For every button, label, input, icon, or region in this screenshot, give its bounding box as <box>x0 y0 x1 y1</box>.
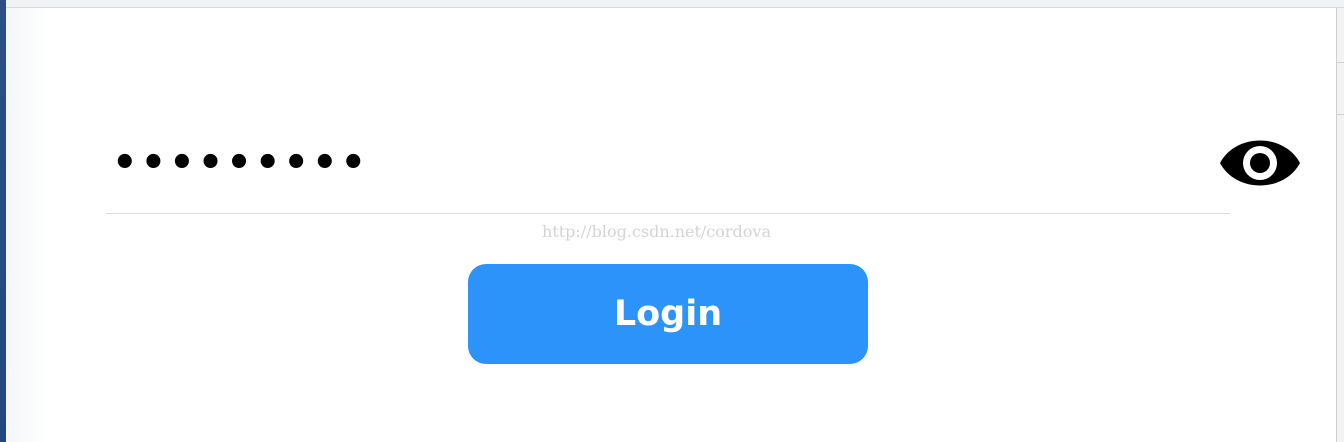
right-divider-tick <box>1337 114 1344 115</box>
top-bar <box>0 0 1344 8</box>
password-field-row <box>106 118 1230 214</box>
password-input[interactable] <box>112 140 1112 186</box>
right-scrollbar-track[interactable] <box>1336 8 1344 442</box>
show-password-toggle[interactable] <box>1218 136 1302 190</box>
login-button[interactable]: Login <box>468 264 868 364</box>
left-shade <box>6 8 50 442</box>
eye-icon <box>1220 140 1300 186</box>
right-divider-tick <box>1337 62 1344 63</box>
app-window: http://blog.csdn.net/cordova Login <box>0 0 1344 442</box>
watermark-url: http://blog.csdn.net/cordova <box>542 222 771 241</box>
